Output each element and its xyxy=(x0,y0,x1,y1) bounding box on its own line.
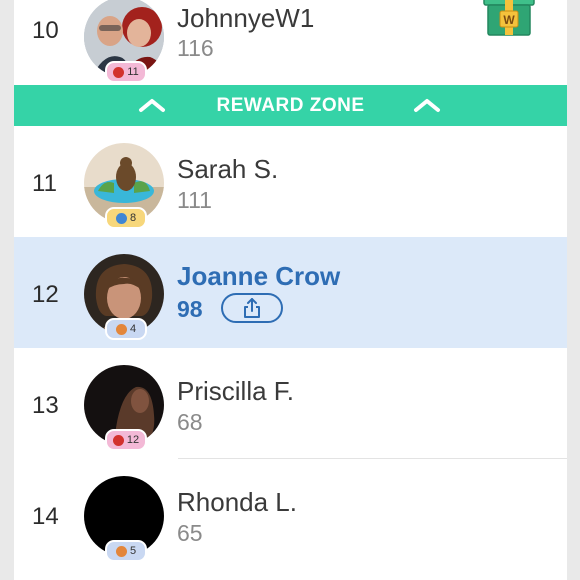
player-score: 68 xyxy=(177,409,203,435)
level-badge: 8 xyxy=(105,207,147,229)
player-score: 65 xyxy=(177,520,203,546)
gift-box-icon[interactable]: W xyxy=(480,0,538,39)
orange-game-icon xyxy=(115,323,127,335)
player-score: 98 xyxy=(177,296,203,322)
red-game-icon xyxy=(113,66,125,78)
level-badge: 12 xyxy=(105,429,147,451)
level-badge: 11 xyxy=(105,61,147,83)
leaderboard-row-10[interactable]: 10 11 JohnnyeW1 116 W xyxy=(14,0,567,84)
chevron-up-icon xyxy=(139,99,165,112)
share-button[interactable] xyxy=(221,293,283,323)
leaderboard-row-12-current-user[interactable]: 12 4 Joanne Crow 98 xyxy=(14,237,567,348)
leaderboard-row-14[interactable]: 14 5 Rhonda L. 65 xyxy=(14,459,567,570)
share-icon xyxy=(244,298,260,318)
player-name: Sarah S. xyxy=(177,154,279,184)
rank-number: 10 xyxy=(32,17,59,44)
chevron-up-icon xyxy=(414,99,440,112)
player-name: Priscilla F. xyxy=(177,376,295,406)
blue-game-icon xyxy=(115,212,127,224)
reward-zone-label: REWARD ZONE xyxy=(216,94,365,116)
rank-number: 11 xyxy=(32,170,57,197)
avatar[interactable]: 8 xyxy=(84,143,164,229)
avatar[interactable]: 4 xyxy=(84,254,164,340)
level-badge: 5 xyxy=(105,540,147,562)
level-badge: 4 xyxy=(105,318,147,340)
orange-game-icon xyxy=(115,545,127,557)
player-name: JohnnyeW1 xyxy=(177,3,315,33)
player-score: 116 xyxy=(177,35,214,61)
rank-number: 14 xyxy=(32,503,59,530)
player-score: 111 xyxy=(177,187,212,213)
avatar[interactable]: 12 xyxy=(84,365,164,451)
player-name: Rhonda L. xyxy=(177,487,297,517)
rank-number: 13 xyxy=(32,392,59,419)
player-name: Joanne Crow xyxy=(177,261,341,291)
rank-number: 12 xyxy=(32,281,59,308)
red-game-icon xyxy=(112,434,124,446)
leaderboard-list: 10 11 JohnnyeW1 116 W REWARD ZONE 11 8 S… xyxy=(14,0,567,580)
gift-letter: W xyxy=(503,13,515,27)
leaderboard-row-13[interactable]: 13 12 Priscilla F. 68 xyxy=(14,348,567,459)
leaderboard-row-11[interactable]: 11 8 Sarah S. 111 xyxy=(14,126,567,237)
avatar[interactable]: 11 xyxy=(84,0,164,83)
reward-zone-banner: REWARD ZONE xyxy=(14,85,567,126)
avatar[interactable]: 5 xyxy=(84,476,164,562)
